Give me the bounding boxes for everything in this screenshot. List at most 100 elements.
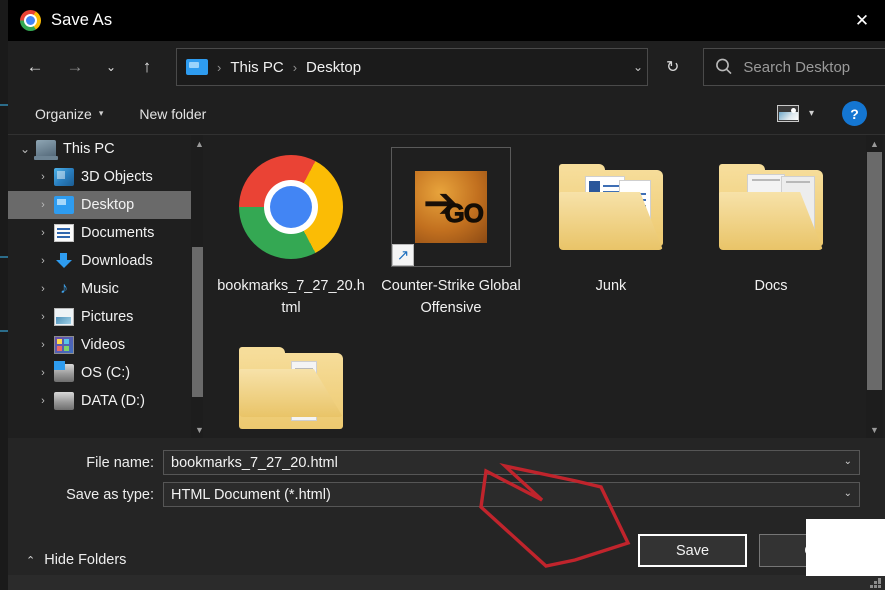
refresh-icon[interactable]: ↻ bbox=[666, 57, 679, 77]
csgo-shortcut-icon: ➔ GO ↗ bbox=[391, 147, 511, 267]
status-bar bbox=[8, 575, 885, 590]
sidebar-item-label: Videos bbox=[81, 337, 126, 353]
back-icon[interactable]: ← bbox=[20, 52, 50, 82]
sidebar-item-label: Pictures bbox=[81, 309, 134, 325]
main-content-area: ⌄ This PC › 3D Objects › Desktop › Docum… bbox=[8, 135, 885, 438]
new-folder-button[interactable]: New folder bbox=[130, 101, 215, 127]
chevron-down-icon: ▾ bbox=[98, 108, 104, 118]
dialog-footer: File name: bookmarks_7_27_20.html ⌄ Save… bbox=[8, 438, 885, 590]
sidebar-item-music[interactable]: › ♪ Music bbox=[8, 275, 191, 303]
search-input[interactable]: Search Desktop bbox=[743, 59, 850, 76]
file-item[interactable]: Docs bbox=[691, 141, 851, 341]
twisty-icon[interactable]: › bbox=[32, 283, 54, 295]
twisty-icon[interactable]: › bbox=[32, 339, 54, 351]
scroll-down-icon[interactable]: ▼ bbox=[866, 421, 883, 438]
organize-button[interactable]: Organize ▾ bbox=[26, 101, 112, 127]
search-icon bbox=[713, 56, 735, 78]
hide-folders-button[interactable]: ⌃ Hide Folders bbox=[26, 552, 126, 568]
sidebar-item-data-d[interactable]: › DATA (D:) bbox=[8, 387, 191, 415]
save-as-dialog: Save As ✕ ← → ⌄ ↑ › This PC › Desktop ⌄ … bbox=[0, 0, 885, 590]
sidebar-item-label: OS (C:) bbox=[81, 365, 131, 381]
window-title: Save As bbox=[51, 11, 113, 29]
documents-icon bbox=[54, 224, 74, 242]
background-window-sliver bbox=[0, 0, 8, 590]
navigation-bar: ← → ⌄ ↑ › This PC › Desktop ⌄ ↻ Search D… bbox=[8, 41, 885, 93]
sidebar-item-3d-objects[interactable]: › 3D Objects bbox=[8, 163, 191, 191]
pictures-icon bbox=[54, 308, 74, 326]
file-list-pane[interactable]: bookmarks_7_27_20.html ➔ GO ↗ Counter-St… bbox=[203, 135, 863, 438]
scrollbar-thumb[interactable] bbox=[867, 152, 882, 390]
close-icon[interactable]: ✕ bbox=[839, 0, 885, 41]
up-icon[interactable]: ↑ bbox=[132, 52, 162, 82]
white-occluding-overlay bbox=[806, 519, 885, 576]
sidebar-item-desktop[interactable]: › Desktop bbox=[8, 191, 191, 219]
save-button[interactable]: Save bbox=[638, 534, 747, 567]
videos-icon bbox=[54, 336, 74, 354]
file-list-scrollbar[interactable]: ▲ ▼ bbox=[866, 135, 883, 438]
sidebar-item-label: Desktop bbox=[81, 197, 135, 213]
filetype-select[interactable]: HTML Document (*.html) ⌄ bbox=[163, 482, 860, 507]
file-item-partial[interactable] bbox=[211, 341, 371, 429]
twisty-icon[interactable]: › bbox=[32, 395, 54, 407]
sidebar-item-pictures[interactable]: › Pictures bbox=[8, 303, 191, 331]
forward-icon[interactable]: → bbox=[60, 52, 90, 82]
drive-icon bbox=[54, 361, 74, 382]
search-box[interactable]: Search Desktop bbox=[703, 48, 885, 86]
hide-folders-label: Hide Folders bbox=[44, 552, 127, 568]
chevron-down-icon[interactable]: ⌄ bbox=[844, 488, 852, 499]
twisty-icon[interactable]: › bbox=[32, 227, 54, 239]
file-item[interactable]: Junk bbox=[531, 141, 691, 341]
new-folder-label: New folder bbox=[139, 105, 207, 122]
chevron-down-icon[interactable]: ⌄ bbox=[844, 456, 852, 467]
chrome-file-icon bbox=[231, 147, 351, 267]
chevron-down-icon[interactable]: ▾ bbox=[809, 108, 814, 119]
chevron-up-icon: ⌃ bbox=[26, 554, 36, 567]
file-item[interactable]: bookmarks_7_27_20.html bbox=[211, 141, 371, 341]
twisty-icon[interactable]: ⌄ bbox=[14, 142, 36, 156]
chevron-down-icon[interactable]: ⌄ bbox=[629, 60, 647, 74]
sidebar-item-label: Documents bbox=[81, 225, 155, 241]
file-item[interactable]: ➔ GO ↗ Counter-Strike Global Offensive bbox=[371, 141, 531, 341]
resize-grip-icon[interactable] bbox=[870, 578, 882, 588]
folder-icon bbox=[231, 347, 351, 429]
recent-locations-icon[interactable]: ⌄ bbox=[96, 52, 126, 82]
filetype-value: HTML Document (*.html) bbox=[171, 486, 331, 503]
view-layout-icon[interactable] bbox=[776, 105, 799, 122]
breadcrumb-separator: › bbox=[217, 59, 222, 75]
file-item-label: Counter-Strike Global Offensive bbox=[381, 278, 521, 316]
twisty-icon[interactable]: › bbox=[32, 311, 54, 323]
help-button[interactable]: ? bbox=[842, 101, 867, 126]
breadcrumb-this-pc[interactable]: This PC bbox=[230, 59, 283, 76]
shortcut-arrow-icon: ↗ bbox=[392, 244, 414, 266]
3d-objects-icon bbox=[54, 168, 74, 186]
twisty-icon[interactable]: › bbox=[32, 367, 54, 379]
file-item-label: Junk bbox=[595, 278, 627, 294]
address-bar[interactable]: › This PC › Desktop ⌄ bbox=[176, 48, 648, 86]
folder-papers-icon bbox=[711, 147, 831, 267]
sidebar-item-label: Downloads bbox=[81, 253, 153, 269]
toolbar-right-group: ▾ ? bbox=[776, 101, 885, 126]
filetype-label: Save as type: bbox=[66, 486, 154, 503]
sidebar-item-videos[interactable]: › Videos bbox=[8, 331, 191, 359]
twisty-icon[interactable]: › bbox=[32, 199, 54, 211]
twisty-icon[interactable]: › bbox=[32, 171, 54, 183]
folder-documents-icon bbox=[551, 147, 671, 267]
sidebar-item-label: 3D Objects bbox=[81, 169, 153, 185]
filename-row: File name: bookmarks_7_27_20.html ⌄ bbox=[8, 450, 860, 475]
sidebar-item-label: DATA (D:) bbox=[81, 393, 145, 409]
filetype-row: Save as type: HTML Document (*.html) ⌄ bbox=[8, 482, 860, 507]
filename-label: File name: bbox=[86, 454, 154, 471]
navigation-pane: ⌄ This PC › 3D Objects › Desktop › Docum… bbox=[8, 135, 191, 438]
scroll-up-icon[interactable]: ▲ bbox=[866, 135, 883, 152]
sidebar-item-label: This PC bbox=[63, 141, 115, 157]
desktop-icon bbox=[186, 59, 208, 75]
breadcrumb-desktop[interactable]: Desktop bbox=[306, 59, 361, 76]
sidebar-item-documents[interactable]: › Documents bbox=[8, 219, 191, 247]
sidebar-item-os-c[interactable]: › OS (C:) bbox=[8, 359, 191, 387]
organize-label: Organize bbox=[35, 105, 92, 122]
music-icon: ♪ bbox=[60, 280, 68, 297]
sidebar-item-this-pc[interactable]: ⌄ This PC bbox=[8, 135, 191, 163]
filename-input[interactable]: bookmarks_7_27_20.html ⌄ bbox=[163, 450, 860, 475]
sidebar-item-downloads[interactable]: › Downloads bbox=[8, 247, 191, 275]
twisty-icon[interactable]: › bbox=[32, 255, 54, 267]
